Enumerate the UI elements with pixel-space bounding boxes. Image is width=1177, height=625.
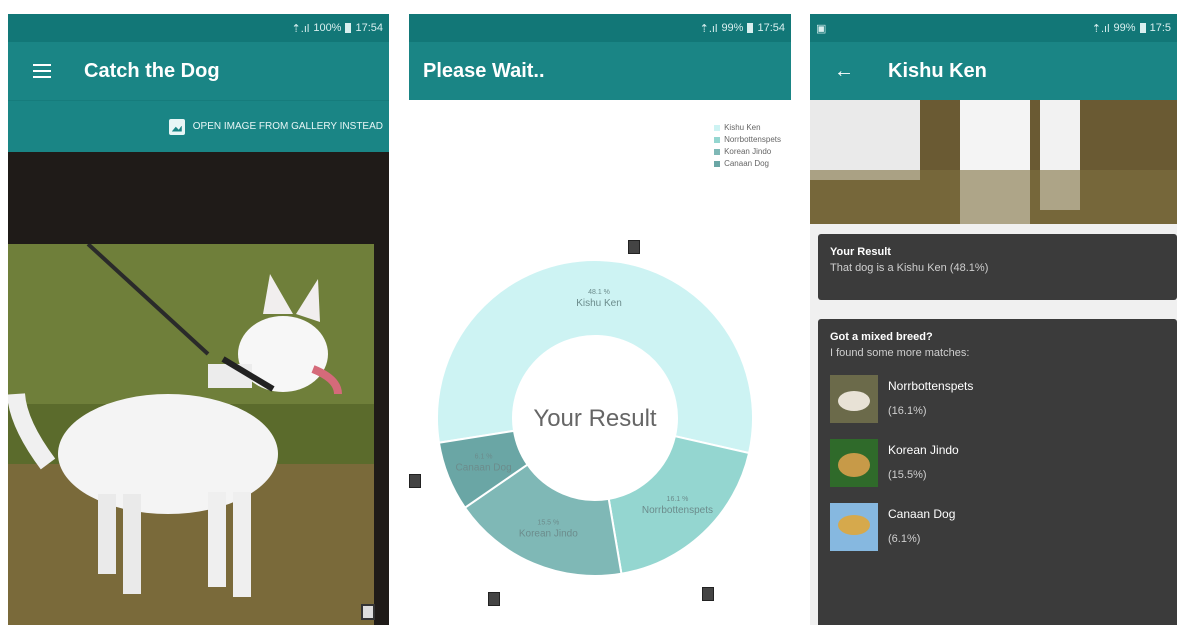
slice-percent-label: 48.1 % [588,289,610,296]
result-area: Your Result That dog is a Kishu Ken (48.… [810,224,1177,625]
screen-please-wait: ⇡.ıl 99% 17:54 Please Wait.. Kishu Ken N… [409,14,791,625]
match-percent: (15.5%) [888,469,927,481]
match-item[interactable]: Canaan Dog (6.1%) [830,503,1165,551]
page-title: Please Wait.. [423,59,545,82]
match-name: Korean Jindo [888,443,959,457]
thumbnail-icon [628,240,640,254]
match-name: Canaan Dog [888,507,956,521]
match-name: Norrbottenspets [888,379,974,393]
clock: 17:54 [355,22,383,34]
donut-center-label: Your Result [533,405,657,432]
hamburger-icon [33,64,51,78]
slice-name-label: Norrbottenspets [642,505,713,516]
match-item[interactable]: Norrbottenspets (16.1%) [830,375,1165,423]
breed-thumbnail [830,375,878,423]
screen-catch-the-dog: ⇡.ıl 100% 17:54 Catch the Dog OPEN IMAGE… [8,14,389,625]
gallery-label: OPEN IMAGE FROM GALLERY INSTEAD [192,121,383,132]
breed-donut-chart: Kishu Ken Norrbottenspets Korean Jindo C… [409,100,791,625]
thumbnail-icon [702,587,714,601]
gallery-icon [168,118,185,135]
battery-percent: 99% [721,22,744,34]
slice-percent-label: 16.1 % [667,496,689,503]
mixed-subtitle: I found some more matches: [830,347,970,359]
screen-result: ▣ ⇡.ıl 99% 17:5 ← Kishu Ken Your Result … [810,14,1177,625]
menu-button[interactable] [22,51,62,91]
back-arrow-icon: ← [834,59,854,82]
thumbnail-icon [488,592,500,606]
thumbnail-icon [409,474,421,488]
result-title: Your Result [830,246,891,258]
slice-name-label: Canaan Dog [456,463,512,474]
dog-photo [8,244,374,625]
slice-name-label: Kishu Ken [576,298,622,309]
status-bar: ⇡.ıl 100% 17:54 [8,14,389,42]
result-card: Your Result That dog is a Kishu Ken (48.… [818,234,1177,300]
battery-icon [345,23,352,33]
clock: 17:5 [1149,22,1171,34]
match-percent: (16.1%) [888,405,927,417]
app-bar: Catch the Dog [8,42,389,100]
image-icon: ▣ [816,22,827,35]
result-text: That dog is a Kishu Ken (48.1%) [830,262,989,274]
donut-svg: 48.1 % Kishu Ken 16.1 % Norrbottenspets 15.5… [436,259,754,577]
signal-icon: ⇡.ıl [699,22,718,35]
clock: 17:54 [757,22,785,34]
status-bar: ⇡.ıl 99% 17:54 [409,14,791,42]
mixed-title: Got a mixed breed? [830,331,933,343]
app-bar: ← Kishu Ken [810,42,1177,100]
battery-percent: 99% [1113,22,1136,34]
slice-name-label: Korean Jindo [519,529,578,540]
battery-icon [1139,23,1146,33]
slice-percent-label: 15.5 % [537,520,559,527]
battery-icon [747,23,754,33]
battery-percent: 100% [313,22,342,34]
open-gallery-button[interactable]: OPEN IMAGE FROM GALLERY INSTEAD [8,100,389,152]
mixed-breed-card: Got a mixed breed? I found some more mat… [818,319,1177,625]
dog-photo [810,100,1177,224]
match-percent: (6.1%) [888,533,921,545]
signal-icon: ⇡.ıl [291,22,310,35]
page-title: Catch the Dog [84,59,220,82]
breed-thumbnail [830,503,878,551]
slice-percent-label: 6.1 % [475,454,493,461]
page-title: Kishu Ken [888,59,987,82]
status-bar: ▣ ⇡.ıl 99% 17:5 [810,14,1177,42]
camera-preview[interactable] [8,152,389,625]
match-item[interactable]: Korean Jindo (15.5%) [830,439,1165,487]
app-bar: Please Wait.. [409,42,791,100]
breed-thumbnail [830,439,878,487]
back-button[interactable]: ← [824,51,864,91]
signal-icon: ⇡.ıl [1091,22,1110,35]
capture-icon[interactable] [361,604,375,620]
